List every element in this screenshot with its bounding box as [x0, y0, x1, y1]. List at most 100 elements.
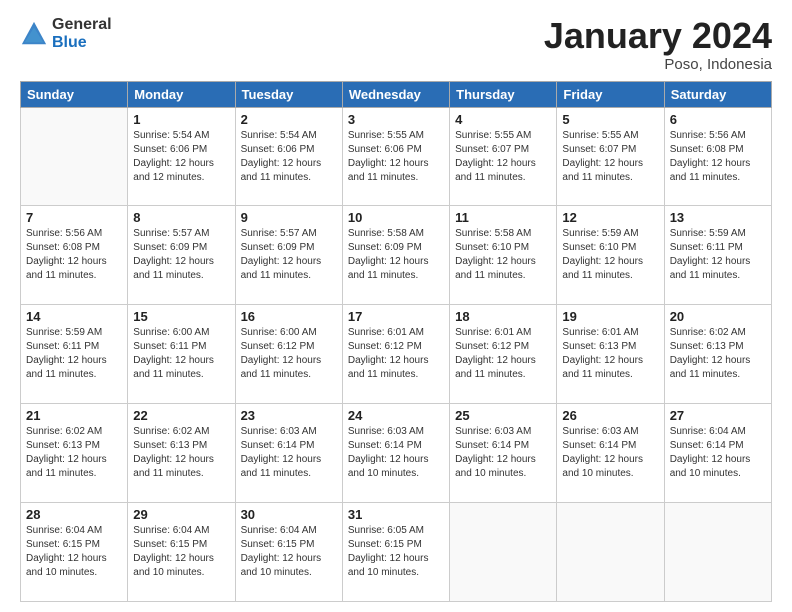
day-number: 25 [455, 408, 551, 423]
day-number: 6 [670, 112, 766, 127]
week-row-4: 21 Sunrise: 6:02 AM Sunset: 6:13 PM Dayli… [21, 404, 772, 503]
day-number: 8 [133, 210, 229, 225]
table-row [450, 503, 557, 602]
table-row: 17Sunrise: 6:01 AM Sunset: 6:12 PM Dayli… [342, 305, 449, 404]
table-row: 13 Sunrise: 5:59 AM Sunset: 6:11 PM Dayli… [664, 206, 771, 305]
day-number: 21 [26, 408, 122, 423]
day-number: 17 [348, 309, 444, 324]
day-info: Sunrise: 5:59 AM Sunset: 6:11 PM Dayligh… [670, 227, 766, 283]
day-info: Sunrise: 6:00 AM Sunset: 6:11 PM Dayligh… [133, 326, 229, 382]
table-row: 21 Sunrise: 6:02 AM Sunset: 6:13 PM Dayli… [21, 404, 128, 503]
table-row: 30 Sunrise: 6:04 AM Sunset: 6:15 PM Dayli… [235, 503, 342, 602]
table-row: 11 Sunrise: 5:58 AM Sunset: 6:10 PM Dayli… [450, 206, 557, 305]
month-year-title: January 2024 [544, 16, 772, 56]
day-info: Sunrise: 5:59 AM Sunset: 6:11 PM Dayligh… [26, 326, 122, 382]
day-info: Sunrise: 5:57 AM Sunset: 6:09 PM Dayligh… [241, 227, 337, 283]
day-info: Sunrise: 5:54 AM Sunset: 6:06 PM Dayligh… [241, 129, 337, 185]
day-number: 10 [348, 210, 444, 225]
day-number: 9 [241, 210, 337, 225]
logo-text: General Blue [52, 16, 112, 51]
day-info: Sunrise: 6:05 AM Sunset: 6:15 PM Dayligh… [348, 524, 444, 580]
day-info: Sunrise: 6:04 AM Sunset: 6:15 PM Dayligh… [241, 524, 337, 580]
day-info: Sunrise: 6:03 AM Sunset: 6:14 PM Dayligh… [455, 425, 551, 481]
day-number: 18 [455, 309, 551, 324]
day-number: 20 [670, 309, 766, 324]
day-number: 12 [562, 210, 658, 225]
day-info: Sunrise: 6:04 AM Sunset: 6:15 PM Dayligh… [26, 524, 122, 580]
week-row-1: 1 Sunrise: 5:54 AM Sunset: 6:06 PM Daylig… [21, 107, 772, 206]
table-row: 14 Sunrise: 5:59 AM Sunset: 6:11 PM Dayli… [21, 305, 128, 404]
table-row: 31Sunrise: 6:05 AM Sunset: 6:15 PM Dayli… [342, 503, 449, 602]
day-number: 5 [562, 112, 658, 127]
table-row: 4 Sunrise: 5:55 AM Sunset: 6:07 PM Daylig… [450, 107, 557, 206]
day-info: Sunrise: 6:03 AM Sunset: 6:14 PM Dayligh… [241, 425, 337, 481]
header-tuesday: Tuesday [235, 81, 342, 107]
table-row [664, 503, 771, 602]
table-row: 19Sunrise: 6:01 AM Sunset: 6:13 PM Dayli… [557, 305, 664, 404]
title-block: January 2024 Poso, Indonesia [544, 16, 772, 73]
page-header: General Blue January 2024 Poso, Indonesi… [20, 16, 772, 73]
header-wednesday: Wednesday [342, 81, 449, 107]
day-number: 29 [133, 507, 229, 522]
table-row: 3 Sunrise: 5:55 AM Sunset: 6:06 PM Daylig… [342, 107, 449, 206]
week-row-2: 7 Sunrise: 5:56 AM Sunset: 6:08 PM Daylig… [21, 206, 772, 305]
table-row: 6Sunrise: 5:56 AM Sunset: 6:08 PM Daylig… [664, 107, 771, 206]
table-row: 12 Sunrise: 5:59 AM Sunset: 6:10 PM Dayli… [557, 206, 664, 305]
day-number: 1 [133, 112, 229, 127]
header-friday: Friday [557, 81, 664, 107]
header-saturday: Saturday [664, 81, 771, 107]
day-number: 14 [26, 309, 122, 324]
table-row: 8Sunrise: 5:57 AM Sunset: 6:09 PM Daylig… [128, 206, 235, 305]
logo-general-text: General [52, 16, 112, 34]
logo-blue-text: Blue [52, 34, 112, 52]
table-row: 15 Sunrise: 6:00 AM Sunset: 6:11 PM Dayli… [128, 305, 235, 404]
day-info: Sunrise: 5:58 AM Sunset: 6:09 PM Dayligh… [348, 227, 444, 283]
table-row: 22 Sunrise: 6:02 AM Sunset: 6:13 PM Dayli… [128, 404, 235, 503]
day-number: 7 [26, 210, 122, 225]
table-row: 29 Sunrise: 6:04 AM Sunset: 6:15 PM Dayli… [128, 503, 235, 602]
table-row [557, 503, 664, 602]
day-number: 30 [241, 507, 337, 522]
day-number: 3 [348, 112, 444, 127]
day-number: 15 [133, 309, 229, 324]
table-row: 23 Sunrise: 6:03 AM Sunset: 6:14 PM Dayli… [235, 404, 342, 503]
table-row: 16Sunrise: 6:00 AM Sunset: 6:12 PM Dayli… [235, 305, 342, 404]
table-row: 10 Sunrise: 5:58 AM Sunset: 6:09 PM Dayli… [342, 206, 449, 305]
day-number: 11 [455, 210, 551, 225]
day-info: Sunrise: 6:02 AM Sunset: 6:13 PM Dayligh… [133, 425, 229, 481]
table-row: 7 Sunrise: 5:56 AM Sunset: 6:08 PM Daylig… [21, 206, 128, 305]
day-number: 16 [241, 309, 337, 324]
day-info: Sunrise: 6:01 AM Sunset: 6:12 PM Dayligh… [455, 326, 551, 382]
day-info: Sunrise: 6:02 AM Sunset: 6:13 PM Dayligh… [670, 326, 766, 382]
day-number: 23 [241, 408, 337, 423]
table-row: 20 Sunrise: 6:02 AM Sunset: 6:13 PM Dayli… [664, 305, 771, 404]
day-info: Sunrise: 5:55 AM Sunset: 6:06 PM Dayligh… [348, 129, 444, 185]
day-info: Sunrise: 5:59 AM Sunset: 6:10 PM Dayligh… [562, 227, 658, 283]
day-info: Sunrise: 6:03 AM Sunset: 6:14 PM Dayligh… [348, 425, 444, 481]
calendar-header-row: Sunday Monday Tuesday Wednesday Thursday… [21, 81, 772, 107]
day-info: Sunrise: 6:02 AM Sunset: 6:13 PM Dayligh… [26, 425, 122, 481]
day-number: 4 [455, 112, 551, 127]
logo-icon [20, 20, 48, 48]
table-row: 26Sunrise: 6:03 AM Sunset: 6:14 PM Dayli… [557, 404, 664, 503]
day-number: 22 [133, 408, 229, 423]
day-info: Sunrise: 5:58 AM Sunset: 6:10 PM Dayligh… [455, 227, 551, 283]
day-info: Sunrise: 6:04 AM Sunset: 6:15 PM Dayligh… [133, 524, 229, 580]
table-row: 1Sunrise: 5:54 AM Sunset: 6:06 PM Daylig… [128, 107, 235, 206]
day-info: Sunrise: 6:01 AM Sunset: 6:13 PM Dayligh… [562, 326, 658, 382]
location-title: Poso, Indonesia [544, 56, 772, 73]
day-info: Sunrise: 5:55 AM Sunset: 6:07 PM Dayligh… [455, 129, 551, 185]
day-number: 27 [670, 408, 766, 423]
table-row: 24Sunrise: 6:03 AM Sunset: 6:14 PM Dayli… [342, 404, 449, 503]
table-row: 18 Sunrise: 6:01 AM Sunset: 6:12 PM Dayli… [450, 305, 557, 404]
calendar-page: General Blue January 2024 Poso, Indonesi… [0, 0, 792, 612]
day-number: 28 [26, 507, 122, 522]
table-row: 2Sunrise: 5:54 AM Sunset: 6:06 PM Daylig… [235, 107, 342, 206]
day-info: Sunrise: 5:56 AM Sunset: 6:08 PM Dayligh… [26, 227, 122, 283]
day-number: 26 [562, 408, 658, 423]
table-row: 5 Sunrise: 5:55 AM Sunset: 6:07 PM Daylig… [557, 107, 664, 206]
day-number: 13 [670, 210, 766, 225]
header-sunday: Sunday [21, 81, 128, 107]
day-info: Sunrise: 5:55 AM Sunset: 6:07 PM Dayligh… [562, 129, 658, 185]
week-row-3: 14 Sunrise: 5:59 AM Sunset: 6:11 PM Dayli… [21, 305, 772, 404]
